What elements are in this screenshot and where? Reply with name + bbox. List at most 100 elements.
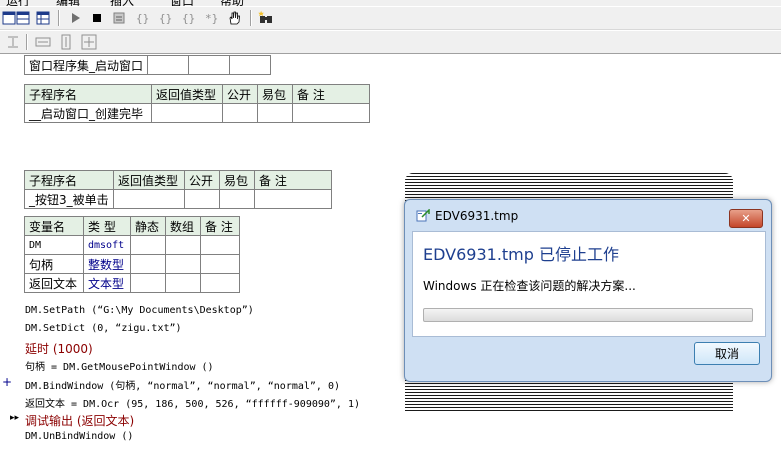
- subroutine-name[interactable]: _按钮3_被单击: [24, 189, 114, 209]
- assembly-cell[interactable]: [188, 55, 231, 75]
- static-cell[interactable]: [130, 254, 166, 274]
- variable-type[interactable]: 整数型: [83, 254, 131, 274]
- code-line[interactable]: DM.SetDict (0, “zigu.txt”): [25, 323, 182, 334]
- height-icon[interactable]: [57, 33, 75, 51]
- variable-name[interactable]: 返回文本: [24, 273, 84, 293]
- column-header: 静态: [130, 216, 166, 236]
- code-line[interactable]: DM.UnBindWindow (): [25, 431, 133, 442]
- return-type-cell[interactable]: [151, 103, 223, 123]
- step-over-icon[interactable]: {}: [156, 9, 174, 27]
- step-out-icon[interactable]: {}: [179, 9, 197, 27]
- remark-cell[interactable]: [200, 254, 240, 274]
- code-line[interactable]: 句柄 = DM.GetMousePointWindow (): [25, 358, 214, 373]
- code-line[interactable]: 延时 (1000): [25, 340, 93, 357]
- array-cell[interactable]: [165, 235, 201, 255]
- dialog-footer: 取消: [412, 336, 764, 374]
- svg-text:*}: *}: [205, 12, 218, 25]
- menu-item-window[interactable]: 窗口: [170, 0, 194, 6]
- run-icon[interactable]: [66, 9, 84, 27]
- column-header: 公开: [222, 84, 258, 104]
- variable-type[interactable]: 文本型: [83, 273, 131, 293]
- column-header: 易包: [257, 84, 293, 104]
- menu-bar: 运行 编辑 插入 窗口 帮助: [0, 0, 781, 6]
- assembly-cell[interactable]: [229, 55, 272, 75]
- variable-table: 变量名 类 型 静态 数组 备 注 DM dmsoft 句柄 整数型 返回文本 …: [24, 216, 240, 293]
- progress-bar: [423, 308, 753, 322]
- package-cell[interactable]: [219, 189, 255, 209]
- return-type-cell[interactable]: [113, 189, 185, 209]
- cancel-button[interactable]: 取消: [694, 342, 760, 365]
- menu-item-insert[interactable]: 插入: [110, 0, 134, 6]
- subroutine-name[interactable]: __启动窗口_创建完毕: [24, 103, 152, 123]
- column-header: 数组: [165, 216, 201, 236]
- remark-cell[interactable]: [200, 273, 240, 293]
- column-header: 公开: [184, 170, 220, 190]
- column-header: 备 注: [254, 170, 332, 190]
- column-header: 备 注: [200, 216, 240, 236]
- column-header: 易包: [219, 170, 255, 190]
- column-header: 子程序名: [24, 84, 152, 104]
- variable-name[interactable]: DM: [24, 235, 84, 255]
- static-cell[interactable]: [130, 273, 166, 293]
- menu-item-run[interactable]: 运行: [6, 0, 30, 6]
- close-button[interactable]: ✕: [729, 209, 763, 228]
- remark-cell[interactable]: [254, 189, 332, 209]
- subroutine-table: 子程序名 返回值类型 公开 易包 备 注 __启动窗口_创建完毕: [24, 84, 370, 123]
- align-icon[interactable]: [4, 33, 22, 51]
- column-header: 类 型: [83, 216, 131, 236]
- run-to-cursor-icon[interactable]: *}: [202, 9, 220, 27]
- dialog-title: EDV6931.tmp: [435, 209, 519, 223]
- find-icon[interactable]: [257, 9, 275, 27]
- array-cell[interactable]: [165, 273, 201, 293]
- toolbar-separator: [58, 10, 60, 26]
- table-row: 返回文本 文本型: [24, 273, 240, 293]
- variable-type[interactable]: dmsoft: [83, 235, 131, 255]
- main-toolbar: {} {} {} *}: [0, 7, 781, 30]
- assembly-name[interactable]: 窗口程序集_启动窗口: [23, 55, 149, 75]
- column-header: 返回值类型: [113, 170, 185, 190]
- static-cell[interactable]: [130, 235, 166, 255]
- layout-toolbar: [0, 31, 781, 54]
- expand-marker[interactable]: +: [2, 375, 12, 389]
- assembly-table: 窗口程序集_启动窗口: [23, 55, 272, 75]
- step-icon[interactable]: [110, 9, 128, 27]
- svg-text:{}: {}: [136, 12, 149, 25]
- step-into-icon[interactable]: {}: [133, 9, 151, 27]
- remark-cell[interactable]: [200, 235, 240, 255]
- stop-icon[interactable]: [88, 9, 106, 27]
- execution-pointer-icon: ▸▸: [10, 413, 20, 423]
- error-dialog: EDV6931.tmp ✕ EDV6931.tmp 已停止工作 Windows …: [404, 199, 772, 382]
- assembly-cell[interactable]: [147, 55, 190, 75]
- code-line[interactable]: DM.BindWindow (句柄, “normal”, “normal”, “…: [25, 377, 340, 392]
- table-icon[interactable]: [34, 9, 52, 27]
- svg-text:{}: {}: [159, 12, 172, 25]
- column-header: 返回值类型: [151, 84, 223, 104]
- toolbar-separator: [250, 10, 252, 26]
- column-header: 变量名: [24, 216, 84, 236]
- toolbar-separator: [26, 34, 28, 50]
- table-row: DM dmsoft: [24, 235, 240, 255]
- window-icon[interactable]: [14, 9, 32, 27]
- subroutine-table: 子程序名 返回值类型 公开 易包 备 注 _按钮3_被单击: [24, 170, 332, 209]
- menu-item-help[interactable]: 帮助: [220, 0, 244, 6]
- size-icon[interactable]: [80, 33, 98, 51]
- menu-item-edit[interactable]: 编辑: [56, 0, 80, 6]
- table-row: 句柄 整数型: [24, 254, 240, 274]
- dialog-heading: EDV6931.tmp 已停止工作: [423, 245, 620, 264]
- svg-text:{}: {}: [182, 12, 195, 25]
- code-line[interactable]: 调试输出 (返回文本): [25, 412, 134, 429]
- column-header: 子程序名: [24, 170, 114, 190]
- width-icon[interactable]: [34, 33, 52, 51]
- app-icon: [416, 209, 430, 222]
- public-cell[interactable]: [184, 189, 220, 209]
- dialog-message: Windows 正在检查该问题的解决方案...: [423, 279, 636, 293]
- hand-icon[interactable]: [225, 9, 243, 27]
- array-cell[interactable]: [165, 254, 201, 274]
- package-cell[interactable]: [257, 103, 293, 123]
- code-line[interactable]: 返回文本 = DM.Ocr (95, 186, 500, 526, “fffff…: [25, 395, 360, 410]
- variable-name[interactable]: 句柄: [24, 254, 84, 274]
- column-header: 备 注: [292, 84, 370, 104]
- public-cell[interactable]: [222, 103, 258, 123]
- code-line[interactable]: DM.SetPath (“G:\My Documents\Desktop”): [25, 305, 254, 316]
- remark-cell[interactable]: [292, 103, 370, 123]
